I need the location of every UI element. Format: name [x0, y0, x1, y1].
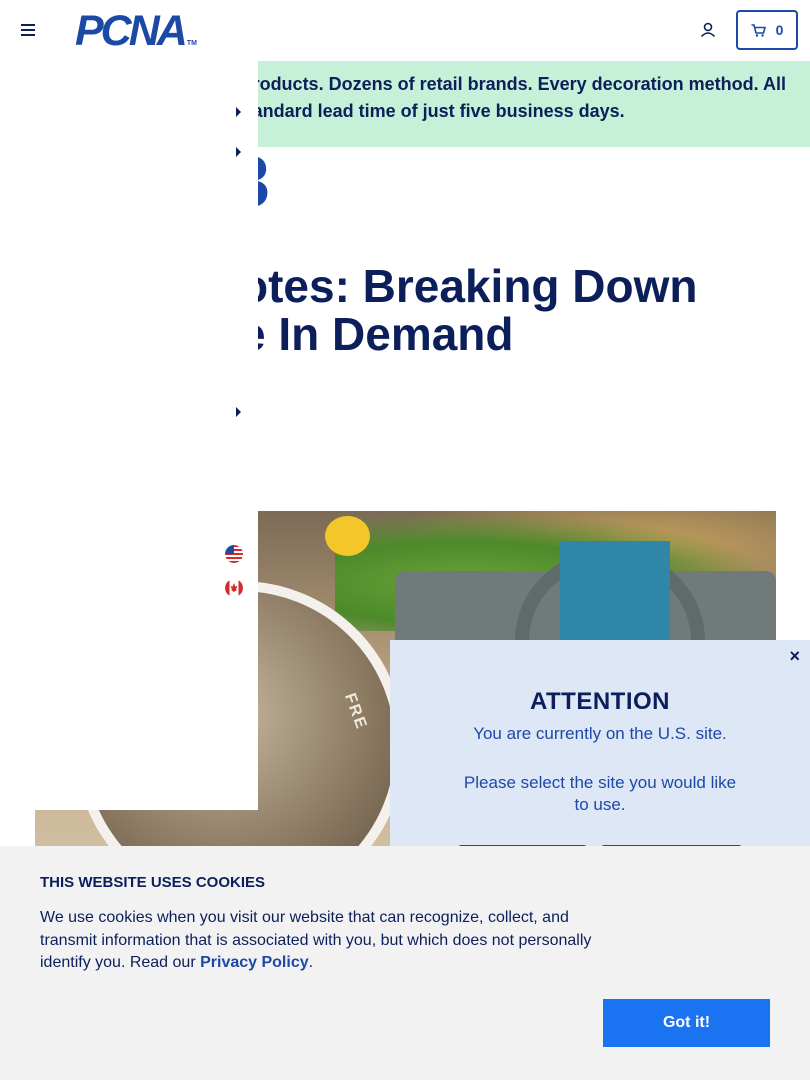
- us-flag-icon[interactable]: [225, 545, 243, 563]
- promo-text: roducts. Dozens of retail brands. Every …: [253, 71, 786, 125]
- cookie-title: THIS WEBSITE USES COOKIES: [40, 874, 266, 891]
- site-selector-modal: × ATTENTION You are currently on the U.S…: [390, 640, 810, 851]
- cart-icon: [751, 23, 766, 37]
- promo-line-2: andard lead time of just five business d…: [252, 101, 625, 121]
- modal-title: ATTENTION: [529, 688, 671, 715]
- logo-text: PCNA: [75, 7, 188, 55]
- privacy-policy-link[interactable]: Privacy Policy: [200, 954, 309, 971]
- cookie-banner: THIS WEBSITE USES COOKIES We use cookies…: [0, 846, 810, 1080]
- side-menu: [0, 60, 258, 810]
- canada-flag-icon[interactable]: [225, 579, 243, 597]
- modal-prompt: Please select the site you would like to…: [463, 773, 737, 814]
- accept-cookies-button[interactable]: Got it!: [603, 999, 770, 1047]
- hamburger-icon[interactable]: [16, 18, 40, 42]
- cookie-body-suffix: .: [308, 954, 314, 971]
- user-icon[interactable]: [698, 20, 718, 40]
- cookie-body: We use cookies when you visit our websit…: [40, 907, 600, 975]
- modal-message: You are currently on the U.S. site.: [473, 724, 727, 743]
- close-icon[interactable]: ×: [789, 646, 800, 666]
- cart-button[interactable]: 0: [736, 10, 798, 50]
- site-header: PCNA TM 0: [0, 0, 810, 60]
- caret-right-icon[interactable]: [234, 107, 242, 117]
- pcna-logo[interactable]: PCNA TM: [75, 10, 197, 64]
- cart-count: 0: [775, 22, 784, 38]
- logo-trademark: TM: [186, 40, 197, 47]
- promo-line-1: roducts. Dozens of retail brands. Every …: [252, 74, 786, 94]
- caret-right-icon[interactable]: [234, 407, 242, 417]
- caret-right-icon[interactable]: [234, 147, 242, 157]
- produce-lemon: [325, 516, 370, 556]
- cookie-body-text: We use cookies when you visit our websit…: [40, 909, 592, 971]
